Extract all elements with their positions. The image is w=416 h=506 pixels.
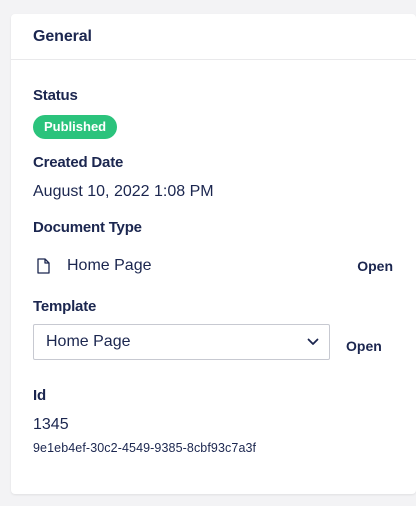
created-date-value: August 10, 2022 1:08 PM bbox=[33, 183, 214, 200]
created-date-label: Created Date bbox=[33, 154, 124, 171]
status-badge: Published bbox=[33, 115, 118, 139]
status-label: Status bbox=[33, 87, 78, 104]
id-value: 1345 bbox=[33, 416, 69, 433]
document-type-label: Document Type bbox=[33, 219, 142, 236]
template-label: Template bbox=[33, 298, 97, 315]
template-select-value: Home Page bbox=[46, 333, 131, 350]
id-guid: 9e1eb4ef-30c2-4549-9385-8cbf93c7a3f bbox=[33, 441, 257, 455]
template-open-link[interactable]: Open bbox=[346, 338, 382, 354]
panel-title: General bbox=[33, 27, 92, 45]
document-type-open-link[interactable]: Open bbox=[357, 258, 393, 274]
document-icon bbox=[37, 258, 50, 274]
document-type-row: Home Page Open bbox=[33, 254, 393, 278]
general-panel: General Status Published Created Date Au… bbox=[11, 14, 416, 494]
document-type-name: Home Page bbox=[67, 257, 152, 274]
chevron-down-icon bbox=[307, 333, 319, 351]
template-select[interactable]: Home Page bbox=[33, 324, 330, 360]
id-label: Id bbox=[33, 387, 46, 404]
panel-header: General bbox=[11, 14, 416, 60]
